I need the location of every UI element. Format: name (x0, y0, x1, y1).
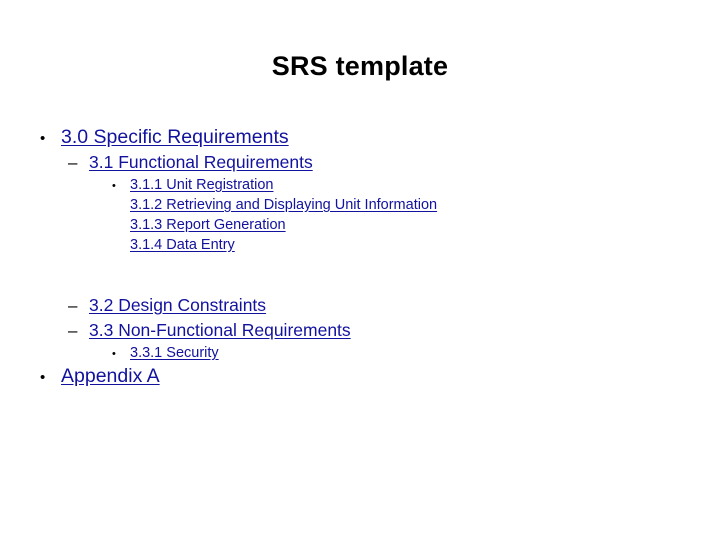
outline-item-3-3-1[interactable]: • 3.3.1 Security (112, 343, 720, 363)
outline-item-label[interactable]: Appendix A (61, 363, 160, 389)
bullet-dot-icon: • (40, 130, 46, 147)
outline-item-3-1-1[interactable]: • 3.1.1 Unit Registration (112, 175, 720, 195)
outline-item-3-1-3[interactable]: 3.1.3 Report Generation (112, 215, 720, 235)
bullet-dash-icon: – (68, 153, 78, 172)
bullet-dot-small-icon: • (112, 348, 116, 360)
page-title: SRS template (271, 51, 449, 81)
outline-item-3-1-4[interactable]: 3.1.4 Data Entry (112, 235, 720, 255)
outline-gap (0, 255, 720, 275)
outline-item-label[interactable]: 3.0 Specific Requirements (61, 124, 289, 150)
outline-item-label[interactable]: 3.2 Design Constraints (89, 293, 266, 318)
bullet-dash-icon: – (68, 296, 78, 315)
outline-item-label[interactable]: 3.1.1 Unit Registration (130, 175, 273, 195)
outline-item-label[interactable]: 3.1.2 Retrieving and Displaying Unit Inf… (130, 195, 437, 215)
outline-item-3-2[interactable]: – 3.2 Design Constraints (68, 293, 720, 318)
slide-canvas: SRS template • 3.0 Specific Requirements… (0, 0, 720, 540)
outline-item-label[interactable]: 3.3 Non-Functional Requirements (89, 318, 351, 343)
bullet-dot-small-icon: • (112, 180, 116, 192)
outline-item-3-1[interactable]: – 3.1 Functional Requirements (68, 150, 720, 175)
outline-item-appendix-a[interactable]: • Appendix A (40, 363, 720, 389)
outline-body: • 3.0 Specific Requirements – 3.1 Functi… (0, 124, 720, 389)
outline-item-label[interactable]: 3.1.4 Data Entry (130, 235, 235, 255)
outline-item-3-0[interactable]: • 3.0 Specific Requirements (40, 124, 720, 150)
outline-item-3-3[interactable]: – 3.3 Non-Functional Requirements (68, 318, 720, 343)
outline-item-label[interactable]: 3.1 Functional Requirements (89, 150, 313, 175)
outline-gap (0, 275, 720, 293)
outline-item-3-1-2[interactable]: 3.1.2 Retrieving and Displaying Unit Inf… (112, 195, 720, 215)
bullet-dash-icon: – (68, 321, 78, 340)
outline-item-label[interactable]: 3.1.3 Report Generation (130, 215, 286, 235)
outline-item-label[interactable]: 3.3.1 Security (130, 343, 219, 363)
bullet-dot-icon: • (40, 369, 46, 386)
